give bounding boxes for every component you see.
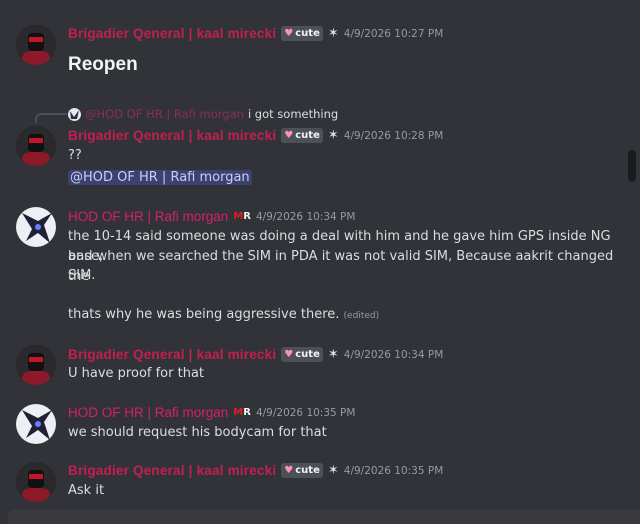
message-timestamp: 4/9/2026 10:34 PM — [255, 210, 356, 223]
server-tag[interactable]: ♥ cute — [281, 128, 323, 143]
message-author[interactable]: Brigadier Qeneral | kaal mirecki — [68, 347, 276, 362]
sparkle-icon: ✶ — [327, 463, 339, 478]
role-badge: MR — [233, 211, 251, 222]
scrollbar-thumb[interactable] — [628, 150, 636, 182]
message-author[interactable]: HOD OF HR | Rafi morgan — [68, 405, 228, 420]
user-avatar[interactable] — [16, 462, 56, 502]
message-timestamp: 4/9/2026 10:28 PM — [343, 129, 444, 142]
message-author[interactable]: Brigadier Qeneral | kaal mirecki — [68, 463, 276, 478]
heart-icon: ♥ — [284, 465, 294, 476]
message-text: SIM. — [68, 268, 96, 283]
user-avatar[interactable] — [16, 345, 56, 385]
user-avatar[interactable] — [16, 126, 56, 166]
message-author[interactable]: Brigadier Qeneral | kaal mirecki — [68, 128, 276, 143]
sparkle-icon: ✶ — [327, 26, 339, 41]
user-mention[interactable]: @HOD OF HR | Rafi morgan — [68, 170, 252, 185]
message-author[interactable]: Brigadier Qeneral | kaal mirecki — [68, 26, 276, 41]
message-timestamp: 4/9/2026 10:27 PM — [343, 27, 444, 40]
user-avatar[interactable] — [16, 207, 56, 247]
message-timestamp: 4/9/2026 10:35 PM — [255, 406, 356, 419]
message-composer[interactable] — [8, 510, 640, 524]
sparkle-icon: ✶ — [327, 128, 339, 143]
message-text: ?? — [68, 148, 82, 163]
message-text: thats why he was being aggressive there.… — [68, 307, 380, 322]
role-badge: MR — [233, 407, 251, 418]
message-author[interactable]: HOD OF HR | Rafi morgan — [68, 209, 228, 224]
sparkle-icon: ✶ — [327, 347, 339, 362]
message-text: Ask it — [68, 483, 105, 498]
heart-icon: ♥ — [284, 349, 294, 360]
server-tag[interactable]: ♥ cute — [281, 347, 323, 362]
reply-preview[interactable]: @HOD OF HR | Rafi morgan i got something — [68, 107, 338, 121]
heart-icon: ♥ — [284, 130, 294, 141]
message-timestamp: 4/9/2026 10:34 PM — [343, 348, 444, 361]
reply-spine — [35, 113, 67, 123]
reply-avatar — [68, 107, 81, 121]
server-tag[interactable]: ♥ cute — [281, 463, 323, 478]
message-text: U have proof for that — [68, 366, 205, 381]
user-avatar[interactable] — [16, 25, 56, 65]
reply-text: i got something — [247, 107, 339, 121]
edited-label: (edited) — [343, 311, 380, 321]
message-text: we should request his bodycam for that — [68, 425, 327, 440]
message-text: Reopen — [68, 54, 138, 75]
server-tag[interactable]: ♥ cute — [281, 26, 323, 41]
heart-icon: ♥ — [284, 28, 294, 39]
chat-message-list[interactable]: Brigadier Qeneral | kaal mirecki ♥ cute ✶… — [0, 0, 626, 510]
user-avatar[interactable] — [16, 404, 56, 444]
message-text: and when we searched the SIM in PDA it w… — [68, 249, 614, 284]
message-timestamp: 4/9/2026 10:35 PM — [343, 464, 444, 477]
reply-author[interactable]: @HOD OF HR | Rafi morgan — [85, 107, 244, 121]
